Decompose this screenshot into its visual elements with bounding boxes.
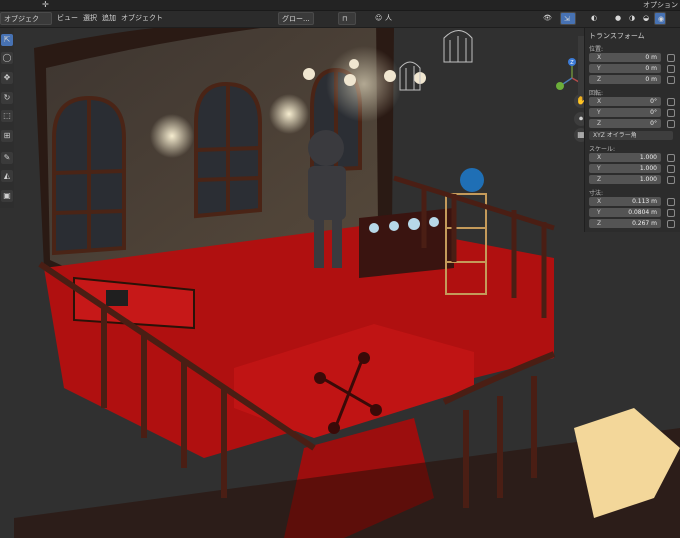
scale-z-field[interactable]: Z 1.000 (589, 175, 661, 184)
lock-icon[interactable] (667, 65, 675, 73)
scale-icon[interactable]: ⬚ (1, 110, 13, 122)
wall-lamp-right (269, 94, 309, 134)
display-table (359, 208, 454, 278)
lock-icon[interactable] (667, 76, 675, 84)
gizmo-toggle-icon[interactable]: ⇲ (560, 12, 576, 25)
location-x-field[interactable]: X0 m (589, 53, 661, 62)
desk-box (106, 290, 128, 306)
cursor-icon[interactable]: ⇱ (1, 34, 13, 46)
3d-viewport[interactable]: Z ✋ ⏺ ▦ (14, 28, 680, 538)
shading-material-icon[interactable]: ◑ (626, 12, 638, 25)
viewport-header: オブジェクト... ビュー 選択 追加 オブジェクト グロー... ⊓ ☺ 人 … (0, 11, 680, 36)
options-label[interactable]: オプション (643, 0, 678, 10)
location-z-field[interactable]: Z0 m (589, 75, 661, 84)
scale-label: スケール: (589, 146, 616, 153)
lock-icon[interactable] (667, 98, 675, 106)
lock-icon[interactable] (667, 109, 675, 117)
menu-view[interactable]: ビュー (54, 12, 81, 25)
magnet-icon[interactable]: ⊓ (338, 12, 356, 25)
dimensions-z-field[interactable]: Z 0.267 m (589, 219, 661, 228)
person-label: 人 (385, 14, 392, 22)
lock-icon[interactable] (667, 165, 675, 173)
lock-icon[interactable] (667, 120, 675, 128)
lock-icon[interactable] (667, 209, 675, 217)
chandelier-glow (326, 46, 402, 122)
shading-solid-icon[interactable]: ● (612, 12, 624, 25)
mode-select[interactable]: オブジェクト... (0, 12, 52, 36)
eye-icon[interactable]: 👁 (540, 12, 555, 25)
top-bar: オプション ✛ (0, 0, 680, 11)
lock-icon[interactable] (667, 176, 675, 184)
rotation-x-field[interactable]: X 0° (589, 97, 661, 106)
scale-y-field[interactable]: Y 1.000 (589, 164, 661, 173)
shading-rendered-icon[interactable]: ◒ (640, 12, 652, 25)
tool-bar: ⇱ ◯ ✥ ↻ ⬚ ⊞ ✎ ◭ ▣ (0, 28, 14, 208)
scale-x-field[interactable]: X 1.000 (589, 153, 661, 162)
overlay-icon[interactable]: ◐ (588, 12, 600, 25)
location-label: 位置: (589, 46, 604, 53)
window-left (52, 95, 126, 256)
rotation-mode-select[interactable]: XYZ オイラー角 (589, 131, 673, 140)
cube-add-icon[interactable]: ▣ (1, 190, 13, 202)
annotate-icon[interactable]: ✎ (1, 152, 13, 164)
rotate-icon[interactable]: ↻ (1, 92, 13, 104)
lock-icon[interactable] (667, 198, 675, 206)
dimensions-x-field[interactable]: X 0.113 m (589, 197, 661, 206)
lock-icon[interactable] (667, 54, 675, 62)
transform-icon[interactable]: ⊞ (1, 130, 13, 142)
circle-icon[interactable]: ◯ (1, 52, 13, 64)
panel-title[interactable]: トランスフォーム (589, 31, 645, 41)
menu-select[interactable]: 選択 (80, 12, 100, 25)
lock-icon[interactable] (667, 154, 675, 162)
window-middle (194, 81, 262, 219)
menu-add[interactable]: 追加 (99, 12, 119, 25)
move-icon[interactable]: ✥ (1, 72, 13, 84)
svg-text:Z: Z (570, 60, 574, 66)
globe (460, 168, 484, 192)
transform-icon[interactable]: ✛ (42, 0, 49, 10)
lock-icon[interactable] (667, 220, 675, 228)
rotation-y-field[interactable]: Y 0° (589, 108, 661, 117)
transform-panel: トランスフォーム 位置: X0 m Y0 m Z0 m 回転: X 0° Y 0° … (584, 28, 680, 232)
location-y-field[interactable]: Y0 m (589, 64, 661, 73)
menu-object[interactable]: オブジェクト (118, 12, 166, 25)
orientation-select[interactable]: グロー... (278, 12, 314, 25)
rotation-z-field[interactable]: Z 0° (589, 119, 661, 128)
dimensions-label: 寸法: (589, 190, 604, 197)
wall-lamp-left (150, 114, 194, 158)
measure-icon[interactable]: ◭ (1, 170, 13, 182)
rotation-label: 回転: (589, 90, 604, 97)
shading-active-icon[interactable]: ◉ (654, 12, 666, 25)
dimensions-y-field[interactable]: Y 0.0804 m (589, 208, 661, 217)
